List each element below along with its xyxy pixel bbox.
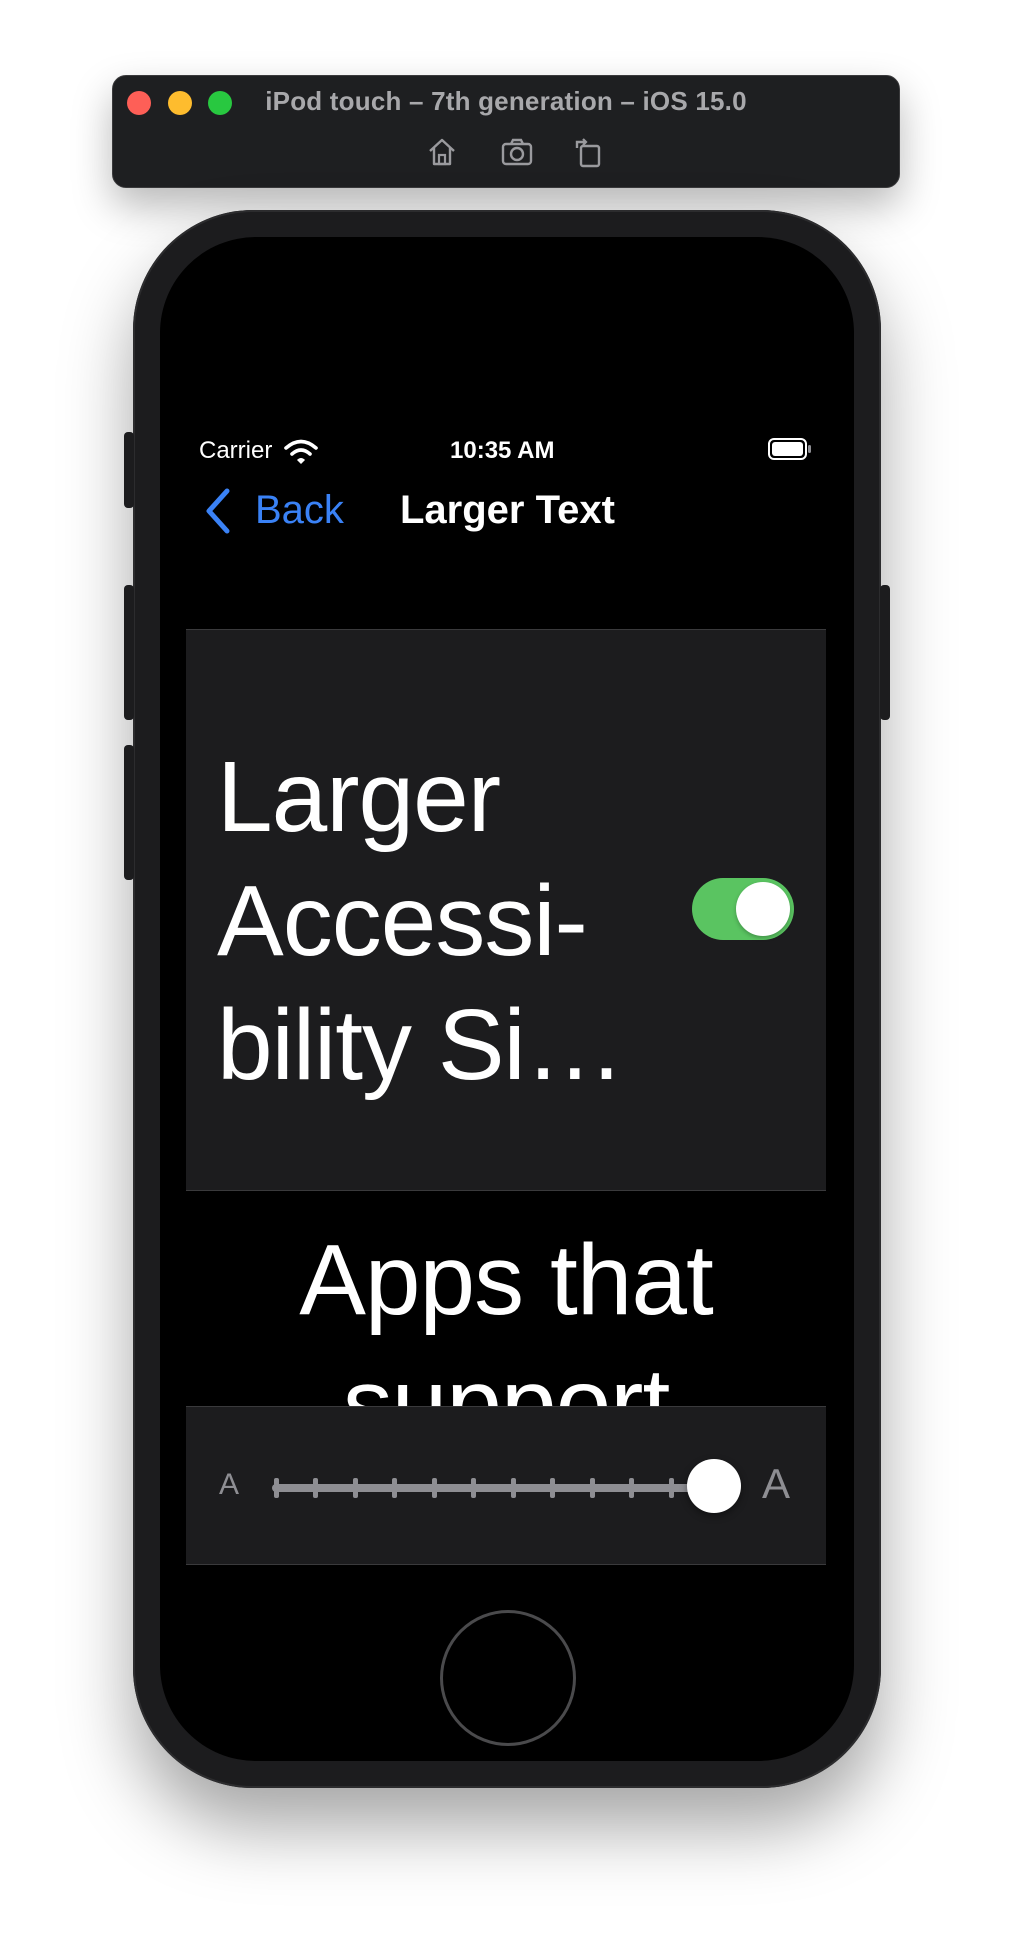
slider-tick bbox=[589, 1478, 595, 1498]
slider-min-label: A bbox=[219, 1468, 240, 1501]
status-time: 10:35 AM bbox=[450, 437, 555, 464]
power-button bbox=[880, 585, 890, 720]
wifi-icon bbox=[284, 439, 318, 464]
home-button[interactable] bbox=[440, 1610, 576, 1746]
slider-tick bbox=[352, 1478, 358, 1498]
text-size-slider-thumb[interactable] bbox=[687, 1459, 741, 1513]
nav-title: Larger Text bbox=[400, 488, 615, 532]
back-button[interactable]: Back bbox=[255, 488, 344, 533]
slider-tick bbox=[274, 1478, 279, 1498]
back-chevron-icon[interactable] bbox=[203, 487, 233, 535]
slider-tick bbox=[510, 1478, 516, 1498]
slider-tick bbox=[550, 1478, 556, 1498]
screenshot-icon[interactable] bbox=[500, 135, 540, 169]
footer-container: Apps that support bbox=[186, 1196, 826, 1406]
slider-tick bbox=[629, 1478, 635, 1498]
slider-tick bbox=[668, 1478, 674, 1498]
simulator-title: iPod touch – 7th generation – iOS 15.0 bbox=[265, 86, 747, 116]
footer-text: Apps that support bbox=[299, 1224, 714, 1406]
text-size-slider-track[interactable] bbox=[272, 1484, 712, 1492]
rotate-icon[interactable] bbox=[572, 135, 612, 169]
slider-tick bbox=[313, 1478, 319, 1498]
slider-tick bbox=[471, 1478, 477, 1498]
slider-max-label: A bbox=[762, 1460, 791, 1507]
status-carrier: Carrier bbox=[199, 437, 273, 464]
battery-icon bbox=[768, 438, 811, 460]
slider-tick bbox=[392, 1478, 398, 1498]
volume-up-button bbox=[124, 585, 134, 720]
home-icon[interactable] bbox=[425, 135, 465, 169]
volume-down-button bbox=[124, 745, 134, 880]
toggle-knob[interactable] bbox=[736, 882, 790, 936]
mute-switch bbox=[124, 432, 134, 508]
larger-accessibility-sizes-label: Larger Accessi- bility Si… bbox=[217, 741, 625, 1101]
slider-tick bbox=[431, 1478, 437, 1498]
